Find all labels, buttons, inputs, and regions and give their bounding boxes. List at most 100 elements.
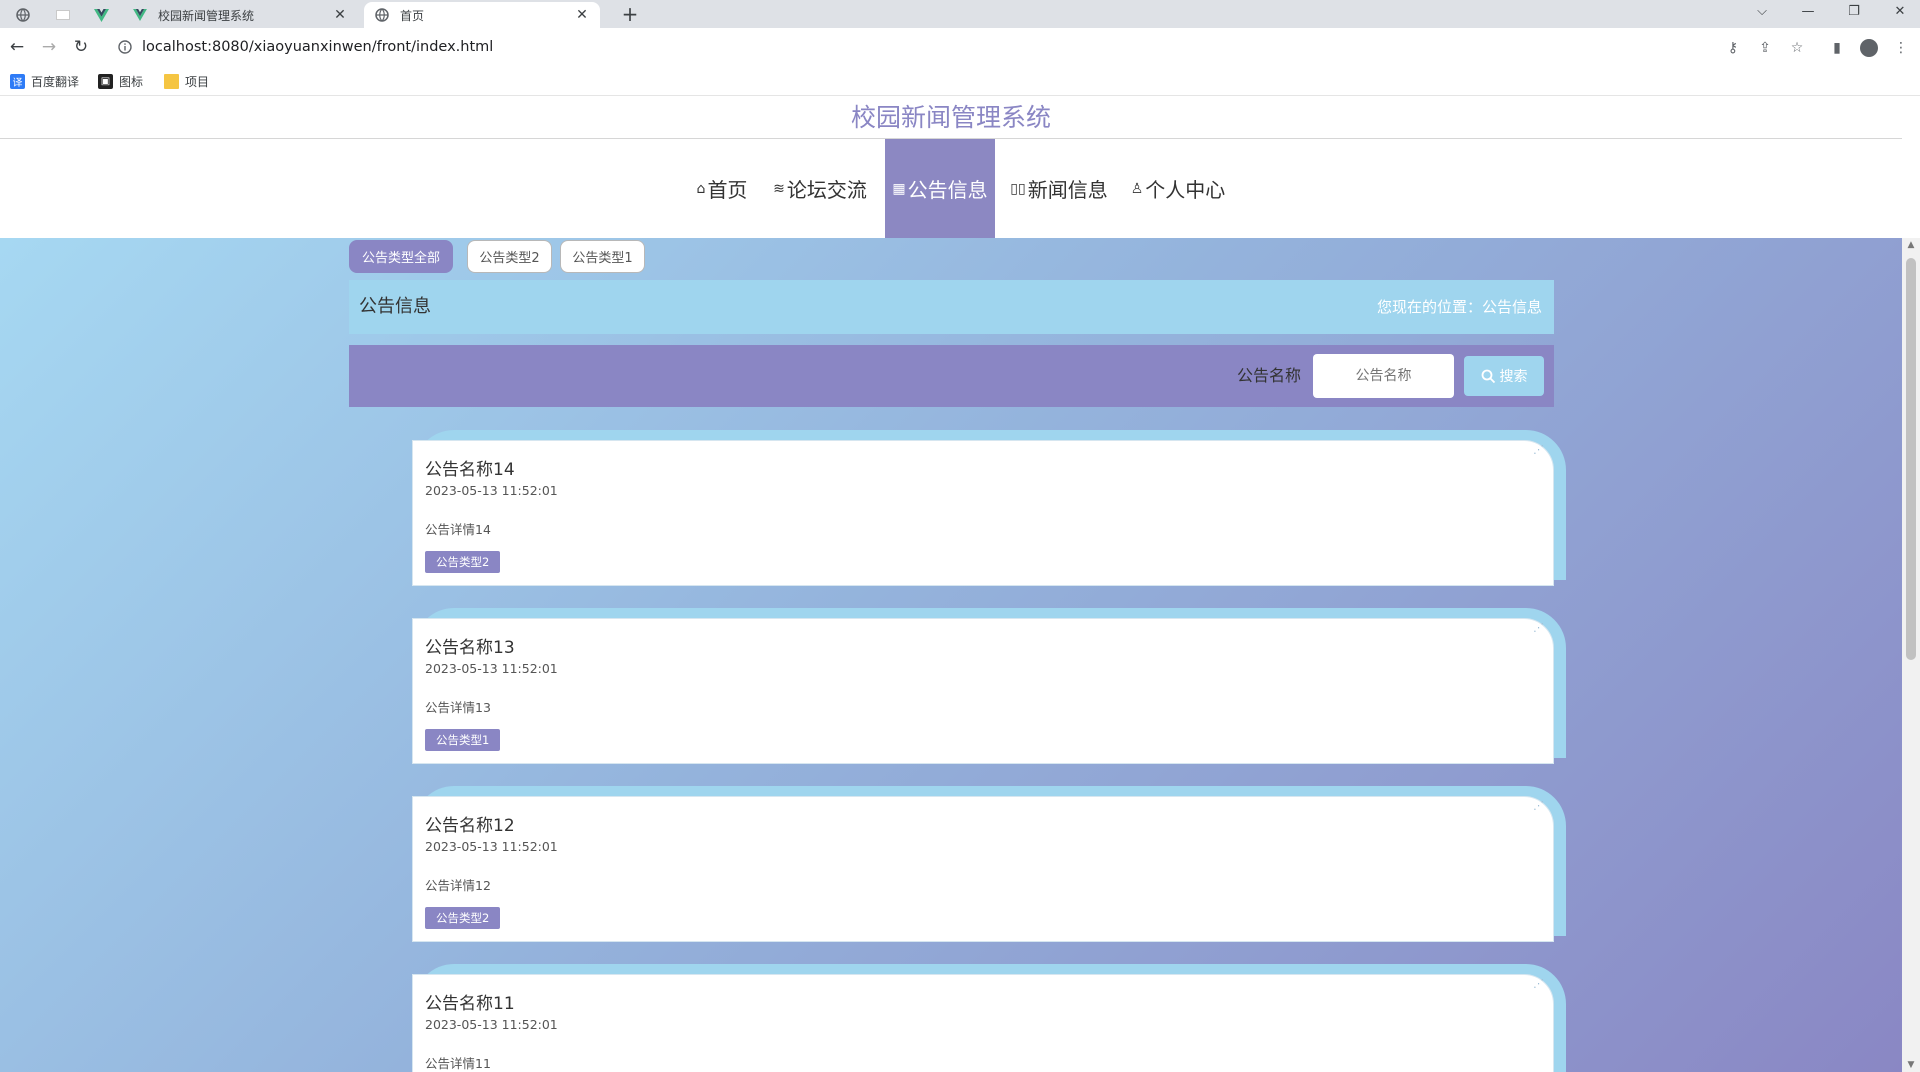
- key-icon[interactable]: ⚷: [1722, 38, 1744, 58]
- notice-type-badge: 公告类型1: [425, 729, 501, 751]
- notice-card[interactable]: ⋰ 公告名称11 2023-05-13 11:52:01 公告详情11: [412, 974, 1554, 1072]
- nav-item-home[interactable]: ⌂ 首页: [690, 139, 754, 238]
- globe-icon: [16, 8, 30, 22]
- tab-home[interactable]: 首页 ✕: [364, 2, 600, 28]
- reload-icon[interactable]: ↻: [68, 35, 94, 59]
- scrollbar-thumb[interactable]: [1906, 258, 1916, 660]
- share-icon[interactable]: ⇪: [1754, 38, 1776, 58]
- bookmark-folder-project[interactable]: 项目: [164, 72, 209, 90]
- search-icon: [1481, 369, 1495, 383]
- site-info-icon[interactable]: [114, 40, 136, 54]
- window-close-icon[interactable]: ✕: [1880, 0, 1920, 22]
- nav-label: 个人中心: [1145, 178, 1226, 202]
- scroll-down-icon[interactable]: ▼: [1906, 1060, 1916, 1070]
- close-icon[interactable]: ✕: [332, 7, 348, 23]
- notice-detail: 公告详情11: [425, 1056, 491, 1071]
- breadcrumb-bar: 公告信息 您现在的位置：公告信息: [349, 280, 1554, 334]
- nav-label: 首页: [707, 178, 748, 202]
- forward-arrow-icon[interactable]: →: [36, 35, 62, 59]
- breadcrumb: 您现在的位置：公告信息: [1376, 298, 1542, 316]
- bookmark-label: 项目: [185, 74, 210, 89]
- nav-item-profile[interactable]: ♙ 个人中心: [1128, 139, 1228, 238]
- nav-label: 论坛交流: [786, 178, 867, 202]
- web-page: 校园新闻管理系统 ⌂ 首页 ≋ 论坛交流 ▦ 公告信息 ▯▯ 新闻信息 ♙ 个人…: [0, 97, 1902, 1072]
- nav-label: 公告信息: [907, 178, 988, 202]
- filter-type-2[interactable]: 公告类型2: [467, 240, 552, 273]
- vue-logo-icon: [93, 8, 109, 22]
- close-icon[interactable]: ✕: [574, 7, 590, 23]
- notice-time: 2023-05-13 11:52:01: [425, 839, 558, 854]
- bookmark-icons[interactable]: ▣ 图标: [98, 72, 143, 90]
- vue-logo-icon: [132, 7, 148, 23]
- address-bar[interactable]: localhost:8080/xiaoyuanxinwen/front/inde…: [106, 32, 1806, 62]
- nav-item-notice[interactable]: ▦ 公告信息: [885, 139, 995, 238]
- search-button[interactable]: 搜索: [1464, 356, 1544, 396]
- restore-icon[interactable]: ❐: [1834, 0, 1874, 22]
- nav-item-news[interactable]: ▯▯ 新闻信息: [1008, 139, 1110, 238]
- scroll-up-icon[interactable]: ▲: [1906, 240, 1916, 250]
- star-icon[interactable]: ☆: [1786, 38, 1808, 58]
- bookmark-baidu-translate[interactable]: 译 百度翻译: [10, 72, 79, 90]
- page-scrollbar[interactable]: ▲ ▼: [1902, 238, 1920, 1072]
- bookmark-label: 图标: [119, 74, 144, 89]
- tab-search-chevron-icon[interactable]: ⌵: [1742, 0, 1782, 22]
- notice-time: 2023-05-13 11:52:01: [425, 661, 558, 676]
- search-button-label: 搜索: [1499, 369, 1528, 385]
- tab-title: 首页: [400, 8, 425, 23]
- folder-icon: [164, 73, 179, 89]
- nav-label: 新闻信息: [1027, 178, 1108, 202]
- pinned-tab-blank[interactable]: [48, 4, 78, 26]
- side-panel-icon[interactable]: ▮: [1826, 38, 1848, 58]
- notice-type-badge: 公告类型2: [425, 551, 501, 573]
- page-title: 公告信息: [359, 296, 431, 317]
- notice-name[interactable]: 公告名称13: [425, 633, 515, 658]
- gift-icon: ▦: [892, 180, 906, 197]
- dots-decoration: ⋰: [1533, 799, 1545, 812]
- notice-name[interactable]: 公告名称12: [425, 811, 515, 836]
- blank-page-icon: [56, 10, 70, 20]
- dots-decoration: ⋰: [1533, 977, 1545, 990]
- url-text: localhost:8080/xiaoyuanxinwen/front/inde…: [142, 39, 494, 55]
- layers-icon: ≋: [773, 180, 785, 197]
- notice-detail: 公告详情12: [425, 878, 491, 893]
- dots-decoration: ⋰: [1533, 443, 1545, 456]
- search-bar: 公告名称 搜索: [349, 345, 1554, 407]
- tab-campus-news[interactable]: 校园新闻管理系统 ✕: [122, 2, 358, 28]
- user-icon: ♙: [1130, 180, 1144, 197]
- dots-decoration: ⋰: [1533, 621, 1545, 634]
- content-area: 公告类型全部 公告类型2 公告类型1 公告信息 您现在的位置：公告信息 公告名称…: [0, 238, 1902, 1072]
- notice-name[interactable]: 公告名称11: [425, 989, 515, 1014]
- tab-title: 校园新闻管理系统: [158, 8, 255, 23]
- nav-item-forum[interactable]: ≋ 论坛交流: [770, 139, 870, 238]
- browser-tab-bar: 校园新闻管理系统 ✕ 首页 ✕ + ⌵ — ❐ ✕: [0, 0, 1920, 28]
- notice-time: 2023-05-13 11:52:01: [425, 483, 558, 498]
- book-icon: ▯▯: [1010, 180, 1026, 197]
- pinned-tab-vue[interactable]: [86, 4, 116, 26]
- globe-icon: [374, 7, 390, 23]
- notice-card[interactable]: ⋰ 公告名称13 2023-05-13 11:52:01 公告详情13 公告类型…: [412, 618, 1554, 764]
- notice-card[interactable]: ⋰ 公告名称14 2023-05-13 11:52:01 公告详情14 公告类型…: [412, 440, 1554, 586]
- home-icon: ⌂: [696, 180, 706, 197]
- filter-type-1[interactable]: 公告类型1: [560, 240, 645, 273]
- profile-avatar-icon[interactable]: [1858, 38, 1880, 58]
- search-label: 公告名称: [1237, 366, 1302, 385]
- bookmarks-bar: 译 百度翻译 ▣ 图标 项目: [0, 66, 1920, 96]
- minimize-icon[interactable]: —: [1788, 0, 1828, 22]
- main-nav: ⌂ 首页 ≋ 论坛交流 ▦ 公告信息 ▯▯ 新闻信息 ♙ 个人中心: [0, 139, 1902, 238]
- notice-type-badge: 公告类型2: [425, 907, 501, 929]
- notice-name[interactable]: 公告名称14: [425, 455, 515, 480]
- site-title: 校园新闻管理系统: [0, 97, 1902, 139]
- browser-toolbar: ← → ↻ localhost:8080/xiaoyuanxinwen/fron…: [0, 28, 1920, 66]
- translate-icon: 译: [10, 73, 25, 89]
- menu-kebab-icon[interactable]: ⋮: [1890, 38, 1912, 58]
- notice-card[interactable]: ⋰ 公告名称12 2023-05-13 11:52:01 公告详情12 公告类型…: [412, 796, 1554, 942]
- bookmark-label: 百度翻译: [31, 74, 80, 89]
- pinned-tab-globe[interactable]: [8, 4, 38, 26]
- image-icon: ▣: [98, 73, 113, 89]
- new-tab-button[interactable]: +: [616, 1, 644, 27]
- notice-detail: 公告详情14: [425, 522, 491, 537]
- back-arrow-icon[interactable]: ←: [4, 35, 30, 59]
- filter-all-types[interactable]: 公告类型全部: [349, 240, 453, 273]
- search-input[interactable]: [1313, 354, 1454, 398]
- notice-detail: 公告详情13: [425, 700, 491, 715]
